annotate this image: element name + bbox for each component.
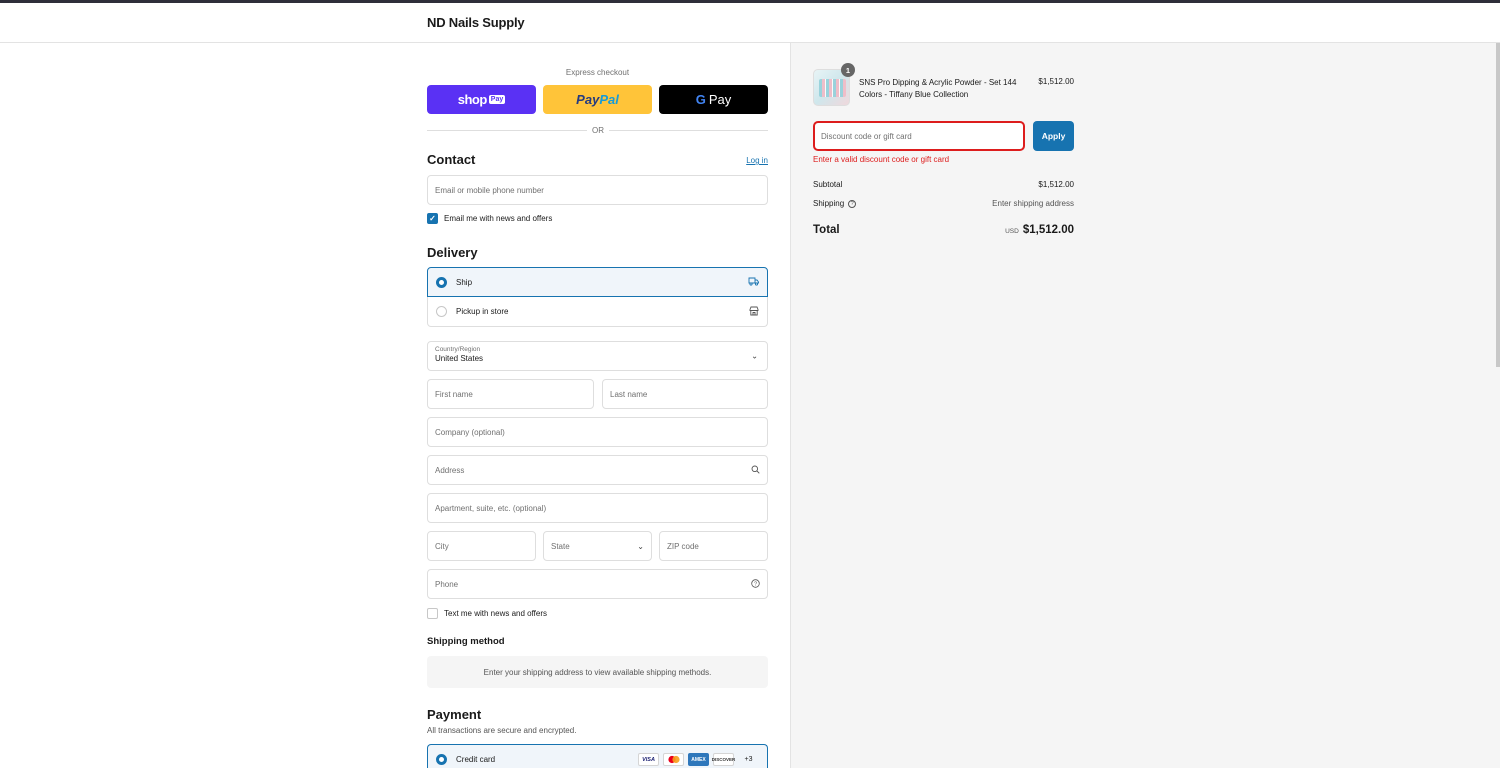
scrollbar[interactable]	[1496, 43, 1500, 367]
google-pay-label: Pay	[708, 92, 732, 107]
chevron-down-icon: ⌄	[751, 351, 758, 361]
store-icon	[749, 306, 759, 318]
paypal-logo-pay: Pay	[576, 92, 600, 107]
total-row: Total USD $1,512.00	[813, 224, 1074, 236]
express-checkout-label: Express checkout	[565, 68, 630, 77]
address-input[interactable]	[435, 465, 751, 475]
ship-label: Ship	[456, 277, 473, 287]
shipping-label: Shipping	[813, 199, 845, 208]
apply-button[interactable]: Apply	[1033, 121, 1074, 151]
truck-icon	[748, 277, 759, 288]
ship-radio[interactable]	[436, 276, 447, 288]
zip-input[interactable]	[667, 541, 760, 551]
shop-pay-brand: shop	[457, 92, 488, 107]
country-select[interactable]: Country/Region United States ⌄	[427, 341, 768, 371]
total-label: Total	[813, 224, 840, 236]
product-name: SNS Pro Dipping & Acrylic Powder - Set 1…	[859, 78, 1017, 99]
header: ND Nails Supply	[0, 3, 1500, 43]
quantity-badge: 1	[841, 63, 855, 77]
last-name-field[interactable]	[602, 379, 768, 409]
subtotal-row: Subtotal $1,512.00	[813, 180, 1074, 189]
shop-pay-button[interactable]: shop Pay	[427, 85, 536, 114]
country-label: Country/Region	[435, 346, 481, 353]
delivery-option-ship[interactable]: Ship	[427, 267, 768, 297]
or-label: OR	[587, 126, 609, 135]
order-summary-panel	[790, 43, 1500, 768]
credit-card-label: Credit card	[456, 755, 496, 764]
subtotal-label: Subtotal	[813, 180, 843, 189]
pickup-label: Pickup in store	[456, 307, 509, 316]
last-name-input[interactable]	[610, 389, 760, 399]
paypal-button[interactable]: Pay Pal	[543, 85, 652, 114]
country-value: United States	[435, 354, 484, 363]
shipping-method-message: Enter your shipping address to view avai…	[483, 667, 712, 677]
discover-icon: DISCOVER	[712, 753, 735, 766]
total-currency: USD	[1005, 228, 1019, 235]
state-select[interactable]: State ⌄	[543, 531, 652, 561]
delivery-option-pickup[interactable]: Pickup in store	[427, 297, 768, 327]
login-link[interactable]: Log in	[746, 156, 768, 165]
chevron-down-icon: ⌄	[637, 541, 644, 551]
search-icon[interactable]	[751, 465, 760, 476]
product-price: $1,512.00	[1038, 77, 1074, 86]
email-input[interactable]	[435, 185, 760, 195]
product-thumbnail: 1	[813, 63, 855, 106]
apartment-input[interactable]	[435, 503, 760, 513]
shipping-row: Shipping? Enter shipping address	[813, 199, 1074, 208]
company-field[interactable]	[427, 417, 768, 447]
phone-field[interactable]: ?	[427, 569, 768, 599]
product-image	[819, 79, 846, 97]
pickup-radio[interactable]	[436, 306, 447, 317]
text-news-checkbox[interactable]	[427, 608, 438, 619]
text-news-label: Text me with news and offers	[444, 609, 548, 618]
email-news-label: Email me with news and offers	[444, 214, 553, 223]
email-field[interactable]	[427, 175, 768, 205]
google-pay-button[interactable]: G Pay	[659, 85, 768, 114]
help-circle-icon[interactable]: ?	[848, 199, 857, 208]
shipping-value: Enter shipping address	[992, 199, 1074, 208]
zip-field[interactable]	[659, 531, 768, 561]
help-circle-icon[interactable]: ?	[751, 578, 760, 590]
mastercard-icon	[663, 753, 684, 766]
apartment-field[interactable]	[427, 493, 768, 523]
state-placeholder: State	[551, 541, 570, 551]
credit-card-radio[interactable]	[436, 754, 447, 765]
city-input[interactable]	[435, 541, 528, 551]
payment-option-credit-card[interactable]: Credit card VISA AMEX DISCOVER +3	[427, 744, 768, 768]
amex-icon: AMEX	[688, 753, 709, 766]
total-value: $1,512.00	[1022, 224, 1074, 236]
discount-field[interactable]	[813, 121, 1025, 151]
google-g-icon: G	[695, 92, 706, 107]
first-name-field[interactable]	[427, 379, 594, 409]
email-news-checkbox[interactable]: ✓	[427, 213, 438, 224]
discount-error: Enter a valid discount code or gift card	[813, 155, 950, 164]
svg-text:?: ?	[754, 581, 757, 587]
city-field[interactable]	[427, 531, 536, 561]
email-news-option[interactable]: ✓ Email me with news and offers	[427, 213, 552, 224]
discount-input[interactable]	[821, 131, 1017, 141]
delivery-title: Delivery	[427, 245, 478, 260]
company-input[interactable]	[435, 427, 760, 437]
address-field[interactable]	[427, 455, 768, 485]
phone-input[interactable]	[435, 579, 751, 589]
payment-title: Payment	[427, 707, 482, 722]
paypal-logo-pal: Pal	[599, 92, 619, 107]
shipping-method-title: Shipping method	[427, 636, 505, 647]
more-cards-count: +3	[744, 756, 753, 763]
contact-title: Contact	[427, 152, 476, 167]
subtotal-value: $1,512.00	[1038, 180, 1074, 189]
shipping-method-notice: Enter your shipping address to view avai…	[427, 656, 768, 688]
payment-subtitle: All transactions are secure and encrypte…	[427, 726, 577, 735]
text-news-option[interactable]: Text me with news and offers	[427, 608, 547, 619]
store-logo[interactable]: ND Nails Supply	[427, 15, 525, 30]
card-logos: VISA AMEX DISCOVER +3	[638, 753, 759, 766]
shop-pay-chip: Pay	[488, 95, 506, 104]
first-name-input[interactable]	[435, 389, 586, 399]
visa-icon: VISA	[638, 753, 659, 766]
